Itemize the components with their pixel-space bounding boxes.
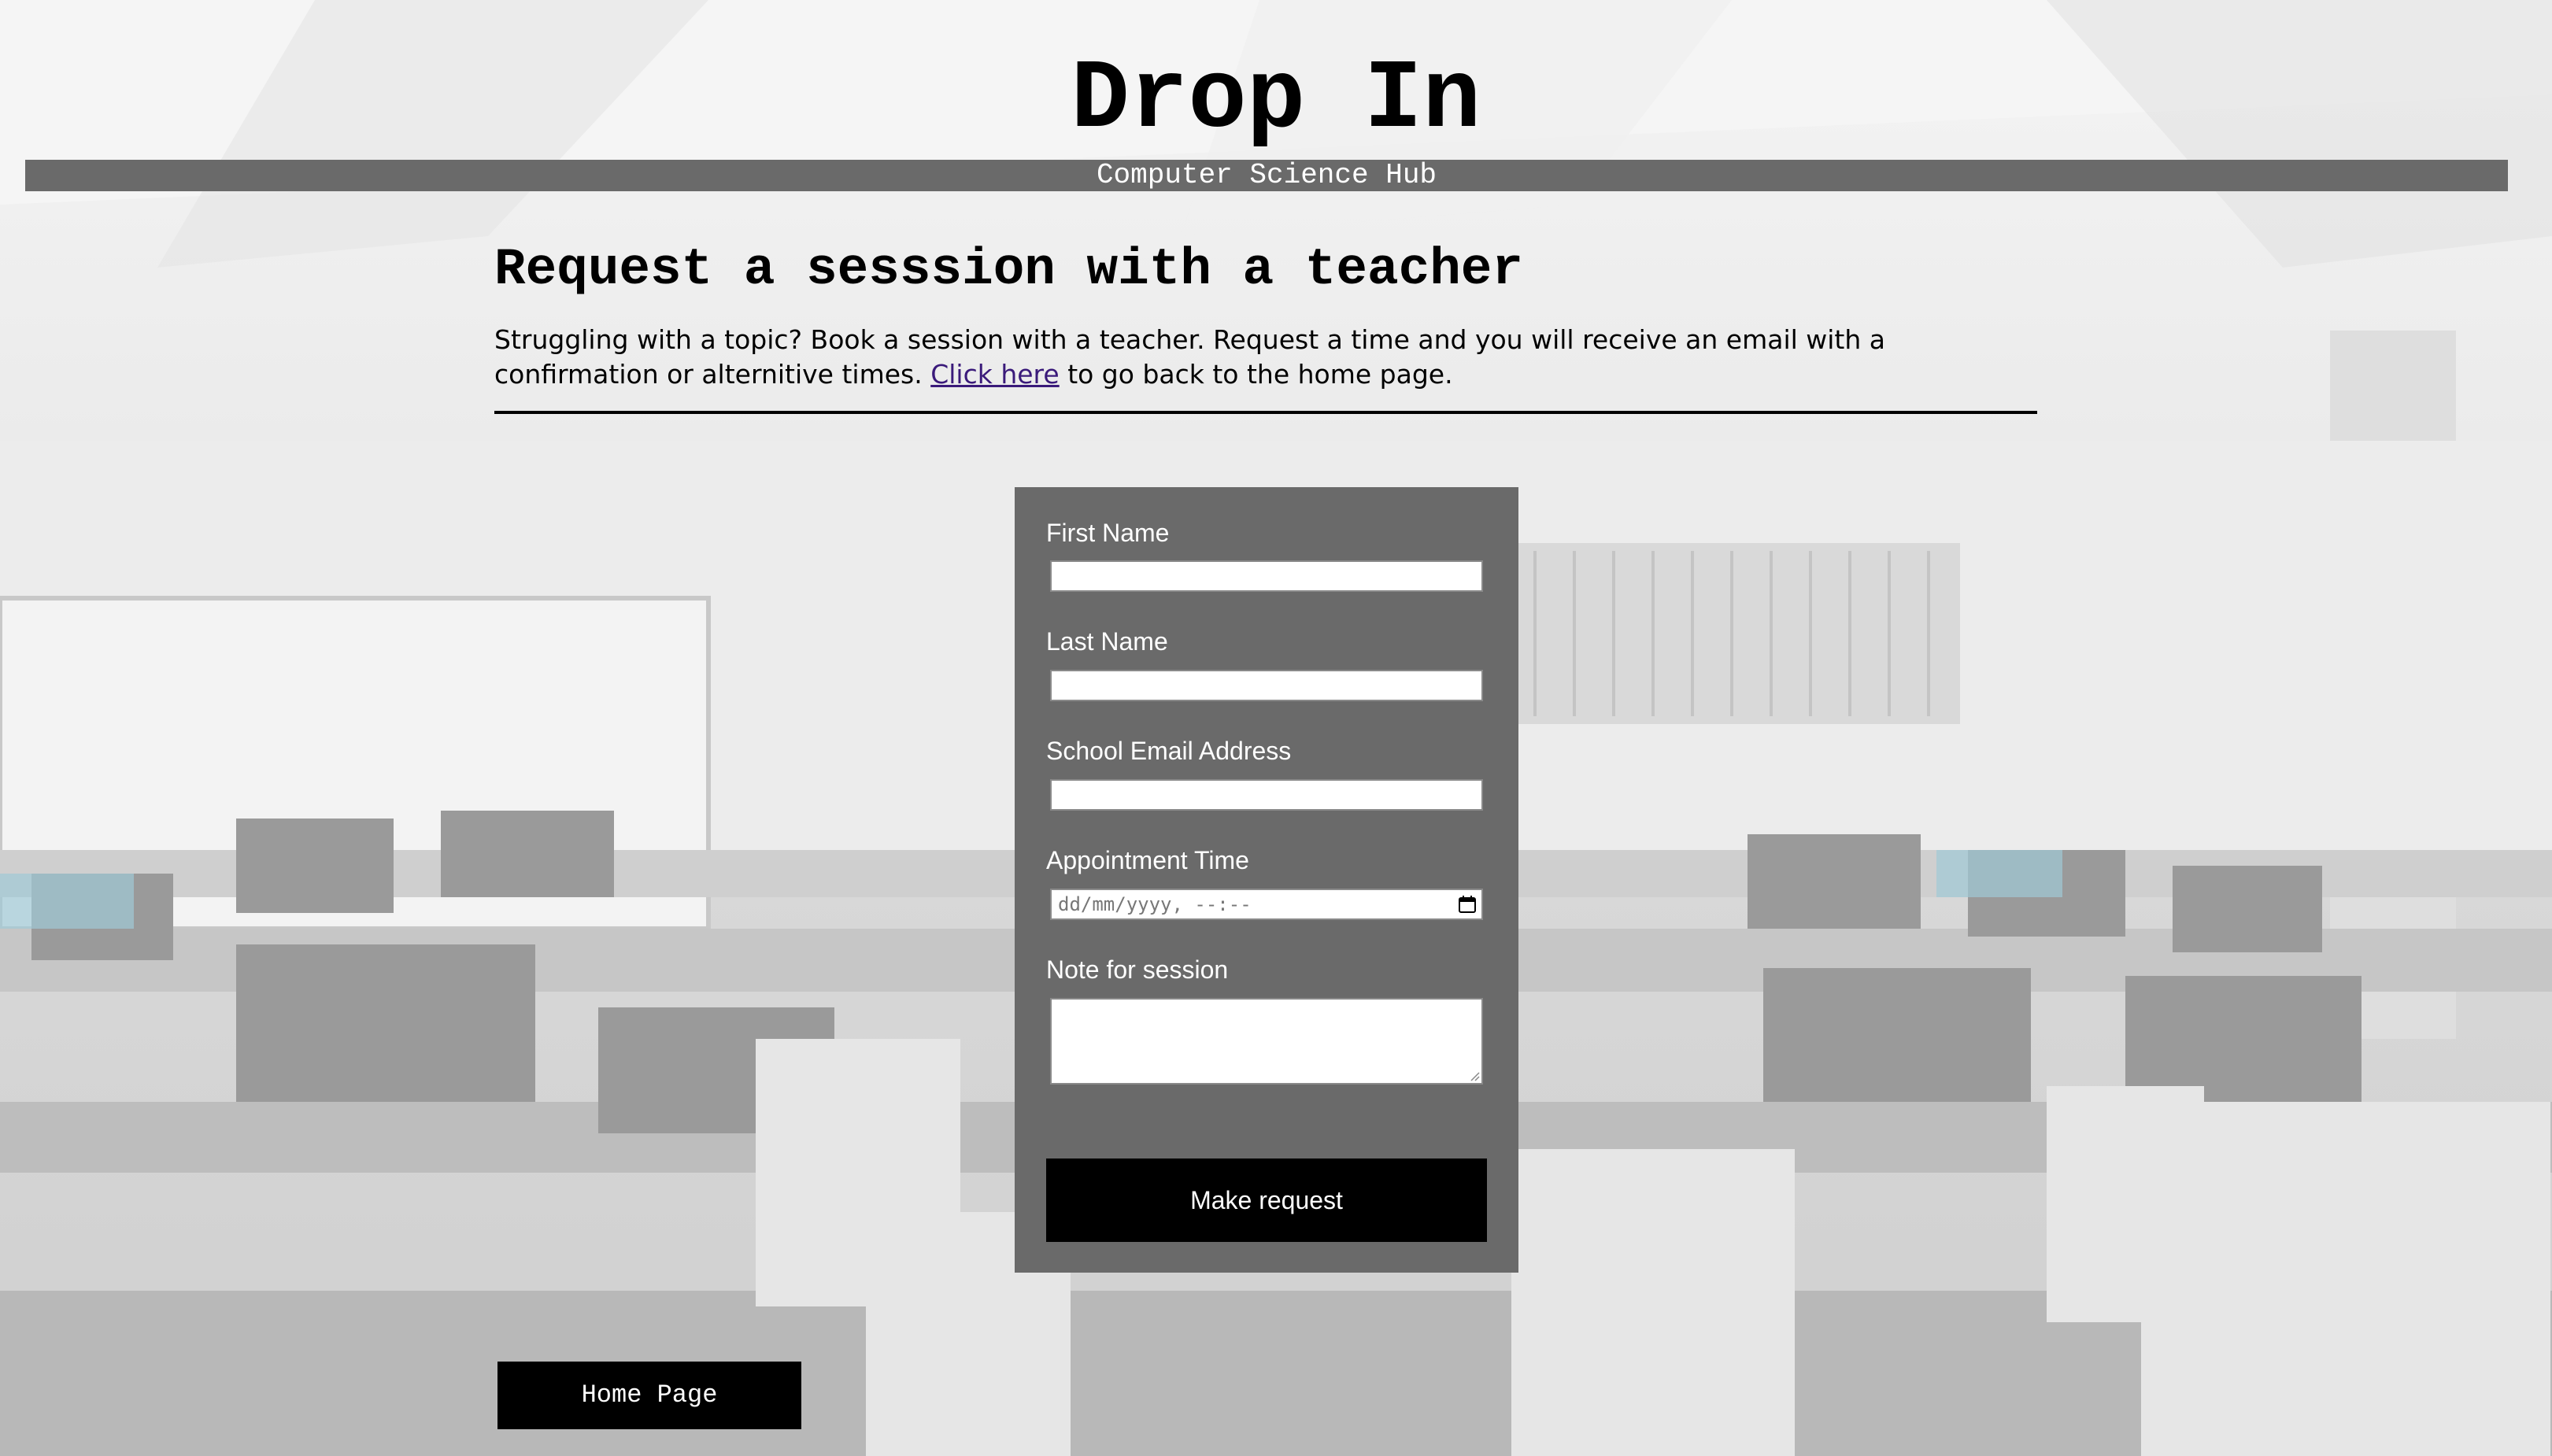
intro-paragraph: Struggling with a topic? Book a session … (494, 323, 2037, 392)
intro-text-after: to go back to the home page. (1059, 359, 1453, 390)
appointment-label: Appointment Time (1046, 846, 1249, 874)
site-title: Drop In (1071, 46, 1481, 156)
site-subtitle: Computer Science Hub (25, 160, 2508, 191)
page-heading: Request a sesssion with a teacher (494, 240, 1524, 299)
intro-section: Request a sesssion with a teacher Strugg… (494, 228, 2037, 414)
first-name-label: First Name (1046, 519, 1170, 547)
calendar-icon[interactable] (1458, 895, 1477, 914)
email-label: School Email Address (1046, 737, 1292, 765)
note-label: Note for session (1046, 955, 1229, 984)
divider (494, 411, 2037, 414)
home-page-button[interactable]: Home Page (497, 1362, 801, 1429)
last-name-input[interactable] (1050, 670, 1483, 701)
last-name-label: Last Name (1046, 627, 1168, 656)
note-textarea[interactable] (1050, 998, 1483, 1085)
make-request-button[interactable]: Make request (1046, 1159, 1487, 1242)
resize-handle-icon[interactable] (1469, 1070, 1480, 1081)
datetime-placeholder: dd/mm/yyyy, --:-- (1058, 893, 1252, 915)
request-form: First Name Last Name School Email Addres… (1015, 487, 1518, 1273)
appointment-datetime-input[interactable]: dd/mm/yyyy, --:-- (1050, 889, 1483, 920)
first-name-input[interactable] (1050, 560, 1483, 592)
home-link[interactable]: Click here (930, 359, 1060, 390)
email-input[interactable] (1050, 779, 1483, 811)
